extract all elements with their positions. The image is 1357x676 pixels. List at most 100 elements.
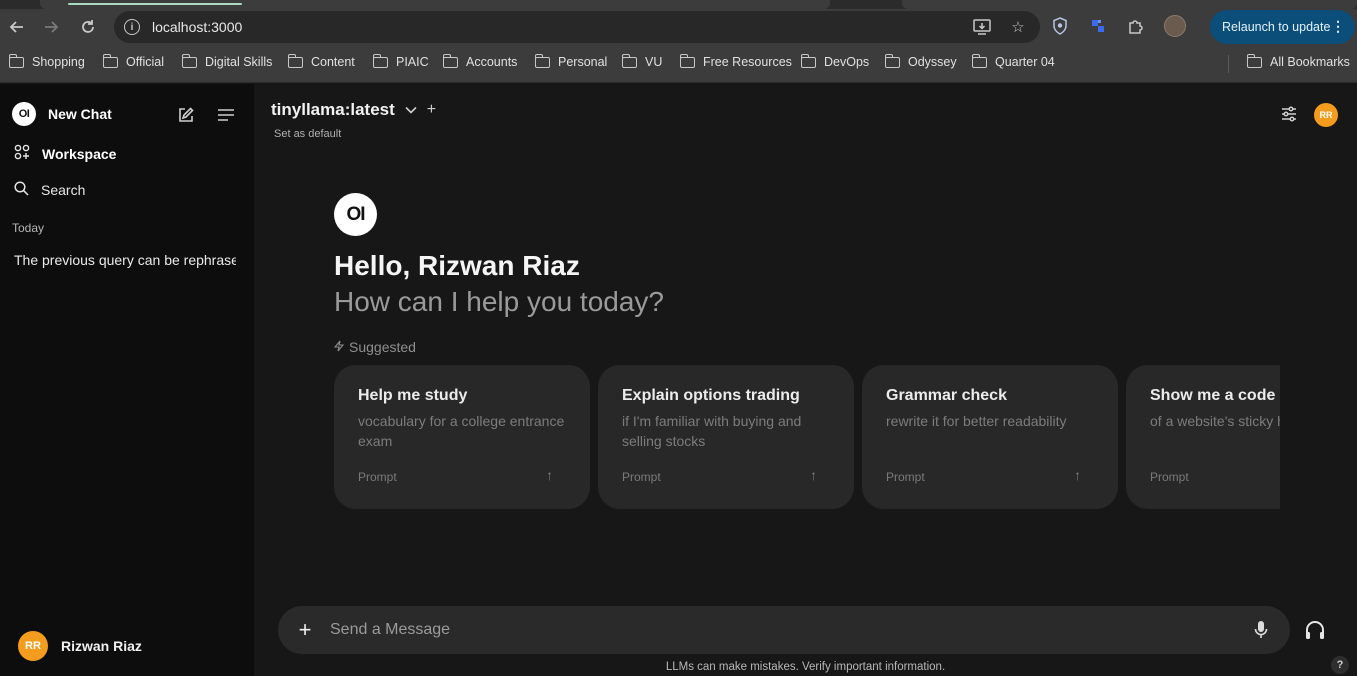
bookmark-folder[interactable]: Odyssey <box>884 53 957 69</box>
suggestion-title: Help me study <box>358 387 468 404</box>
hero-logo-icon: OI <box>334 193 377 236</box>
suggestion-card[interactable]: Explain options trading if I'm familiar … <box>598 365 854 509</box>
suggested-heading: Suggested <box>333 339 416 355</box>
sidebar-item-workspace[interactable]: Workspace <box>14 144 116 163</box>
folder-icon <box>372 53 388 68</box>
folder-icon <box>800 53 816 68</box>
set-default-link[interactable]: Set as default <box>274 128 341 140</box>
new-chat-button[interactable]: OI New Chat <box>12 102 112 126</box>
subgreeting: How can I help you today? <box>334 286 664 317</box>
folder-icon <box>534 53 550 68</box>
avatar: RR <box>18 631 48 661</box>
address-bar[interactable]: i localhost:3000 ☆ <box>114 11 1040 43</box>
browser-toolbar: i localhost:3000 ☆ Relaunch to update ⋮ <box>0 9 1357 45</box>
chat-history-item[interactable]: The previous query can be rephrased <box>14 252 236 268</box>
extensions-puzzle-icon[interactable] <box>1126 16 1146 36</box>
new-chat-label: New Chat <box>48 106 112 122</box>
menu-lines-icon[interactable] <box>216 105 236 125</box>
url-text[interactable]: localhost:3000 <box>152 19 242 35</box>
lightning-icon <box>333 339 345 355</box>
prompt-label: Prompt <box>358 470 397 484</box>
translate-extension-icon[interactable] <box>1088 16 1108 36</box>
suggestion-card[interactable]: Show me a code snippet of a website's st… <box>1126 365 1280 509</box>
suggestion-title: Grammar check <box>886 387 1007 404</box>
search-icon <box>14 181 29 199</box>
headphones-icon[interactable] <box>1304 619 1328 643</box>
bookmark-star-icon[interactable]: ☆ <box>1008 17 1028 37</box>
chat-controls-icon[interactable] <box>1280 105 1300 125</box>
disclaimer-text: LLMs can make mistakes. Verify important… <box>665 661 946 673</box>
reload-icon[interactable] <box>75 14 101 40</box>
bookmark-folder[interactable]: Official <box>102 53 164 69</box>
suggestion-cards: Help me study vocabulary for a college e… <box>334 365 1280 509</box>
relaunch-button[interactable]: Relaunch to update ⋮ <box>1210 10 1355 44</box>
message-input[interactable] <box>330 621 1210 639</box>
prompt-label: Prompt <box>622 470 661 484</box>
bookmark-folder[interactable]: DevOps <box>800 53 869 69</box>
folder-icon <box>8 53 24 68</box>
forward-icon[interactable] <box>38 14 64 40</box>
back-icon[interactable] <box>4 14 30 40</box>
history-section-today: Today <box>12 221 45 235</box>
chat-main: tinyllama:latest + Set as default RR OI … <box>254 84 1357 676</box>
shield-extension-icon[interactable] <box>1050 16 1070 36</box>
model-selector[interactable]: tinyllama:latest + <box>271 100 436 120</box>
folder-icon <box>1246 53 1262 68</box>
all-bookmarks-folder[interactable]: All Bookmarks <box>1246 53 1350 69</box>
arrow-up-icon: ↑ <box>810 467 817 483</box>
bookmark-folder[interactable]: Digital Skills <box>181 53 272 69</box>
search-label: Search <box>41 182 86 198</box>
microphone-icon[interactable] <box>1254 620 1274 640</box>
suggestion-subtitle: if I'm familiar with buying and selling … <box>622 413 802 449</box>
greeting: Hello, Rizwan Riaz <box>334 250 580 281</box>
suggested-label: Suggested <box>349 339 416 355</box>
sidebar: OI New Chat Workspace Search Today The p… <box>0 84 254 676</box>
user-name: Rizwan Riaz <box>61 638 142 654</box>
attach-plus-icon[interactable]: + <box>294 617 316 643</box>
arrow-up-icon: ↑ <box>546 467 553 483</box>
folder-icon <box>181 53 197 68</box>
bookmark-folder[interactable]: VU <box>621 53 662 69</box>
prompt-label: Prompt <box>886 470 925 484</box>
workspace-label: Workspace <box>42 145 117 162</box>
chevron-down-icon[interactable] <box>405 103 417 117</box>
user-avatar[interactable]: RR <box>1314 103 1338 127</box>
install-app-icon[interactable] <box>972 17 992 37</box>
prompt-label: Prompt <box>1150 470 1189 484</box>
folder-icon <box>621 53 637 68</box>
suggestion-subtitle: of a website's sticky header <box>1150 413 1280 429</box>
site-info-icon[interactable]: i <box>124 19 140 35</box>
bookmarks-bar: Shopping Official Digital Skills Content… <box>0 45 1357 83</box>
browser-tab[interactable] <box>902 0 1357 9</box>
suggestion-subtitle: rewrite it for better readability <box>886 413 1067 429</box>
help-question-icon[interactable]: ? <box>1331 656 1349 674</box>
folder-icon <box>102 53 118 68</box>
menu-dots-icon[interactable]: ⋮ <box>1331 18 1345 35</box>
bookmark-folder[interactable]: Content <box>287 53 355 69</box>
user-menu[interactable]: RR Rizwan Riaz <box>18 631 142 661</box>
folder-icon <box>679 53 695 68</box>
arrow-up-icon: ↑ <box>1074 467 1081 483</box>
bookmark-folder[interactable]: Quarter 04 <box>971 53 1055 69</box>
add-model-icon[interactable]: + <box>427 101 436 119</box>
bookmark-folder[interactable]: Free Resources <box>679 53 792 69</box>
bookmark-folder[interactable]: Accounts <box>442 53 517 69</box>
profile-avatar-icon[interactable] <box>1164 15 1186 37</box>
bookmark-folder[interactable]: Shopping <box>8 53 85 69</box>
suggestion-card[interactable]: Grammar check rewrite it for better read… <box>862 365 1118 509</box>
app-logo-icon: OI <box>12 102 36 126</box>
workspace-grid-icon <box>14 144 30 163</box>
bookmark-folder[interactable]: PIAIC <box>372 53 429 69</box>
folder-icon <box>442 53 458 68</box>
suggestion-subtitle: vocabulary for a college entrance exam <box>358 413 565 449</box>
model-name[interactable]: tinyllama:latest <box>271 100 395 120</box>
tab-strip <box>0 0 1357 9</box>
compose-icon[interactable] <box>176 105 196 125</box>
folder-icon <box>971 53 987 68</box>
suggestion-title: Show me a code snippet <box>1150 387 1280 404</box>
sidebar-item-search[interactable]: Search <box>14 181 85 199</box>
suggestion-card[interactable]: Help me study vocabulary for a college e… <box>334 365 590 509</box>
bookmark-folder[interactable]: Personal <box>534 53 607 69</box>
suggestion-title: Explain options trading <box>622 387 800 404</box>
message-composer: + <box>278 606 1290 654</box>
